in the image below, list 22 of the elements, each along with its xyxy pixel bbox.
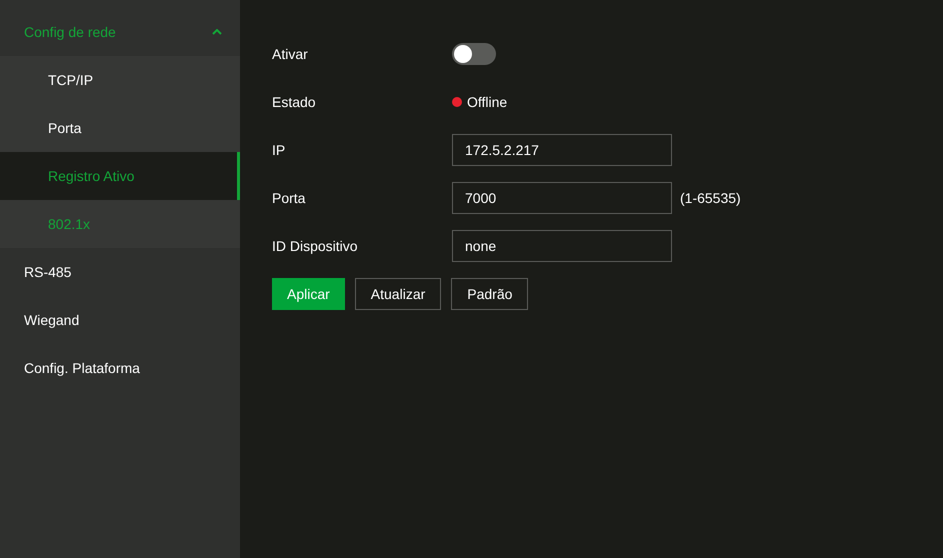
action-button[interactable]: Padrão (451, 278, 528, 310)
toggle-switch[interactable] (452, 43, 496, 65)
sidebar-item[interactable]: RS-485 (0, 248, 240, 296)
field-label: Ativar (272, 46, 309, 62)
range-hint: (1-65535) (680, 190, 741, 206)
sidebar-item[interactable]: Porta (0, 104, 240, 152)
sidebar-item[interactable]: Config. Plataforma (0, 344, 240, 392)
input-field[interactable]: 7000 (452, 182, 672, 214)
action-button[interactable]: Atualizar (354, 278, 442, 310)
chevron-icon (212, 29, 222, 35)
sidebar-item[interactable]: 802.1x (0, 200, 240, 248)
sidebar-item[interactable]: Registro Ativo (0, 152, 240, 200)
field-label: Estado (272, 94, 317, 110)
status-text: Offline (467, 94, 508, 110)
field-label: ID Dispositivo (272, 238, 359, 254)
input-field[interactable]: 172.5.2.217 (452, 134, 672, 166)
field-label: Porta (272, 190, 306, 206)
field-label: IP (272, 142, 286, 158)
sidebar-item[interactable]: Config de rede (0, 8, 240, 56)
sidebar-item[interactable]: Wiegand (0, 296, 240, 344)
sidebar-item[interactable]: TCP/IP (0, 56, 240, 104)
input-field[interactable]: none (452, 230, 672, 262)
